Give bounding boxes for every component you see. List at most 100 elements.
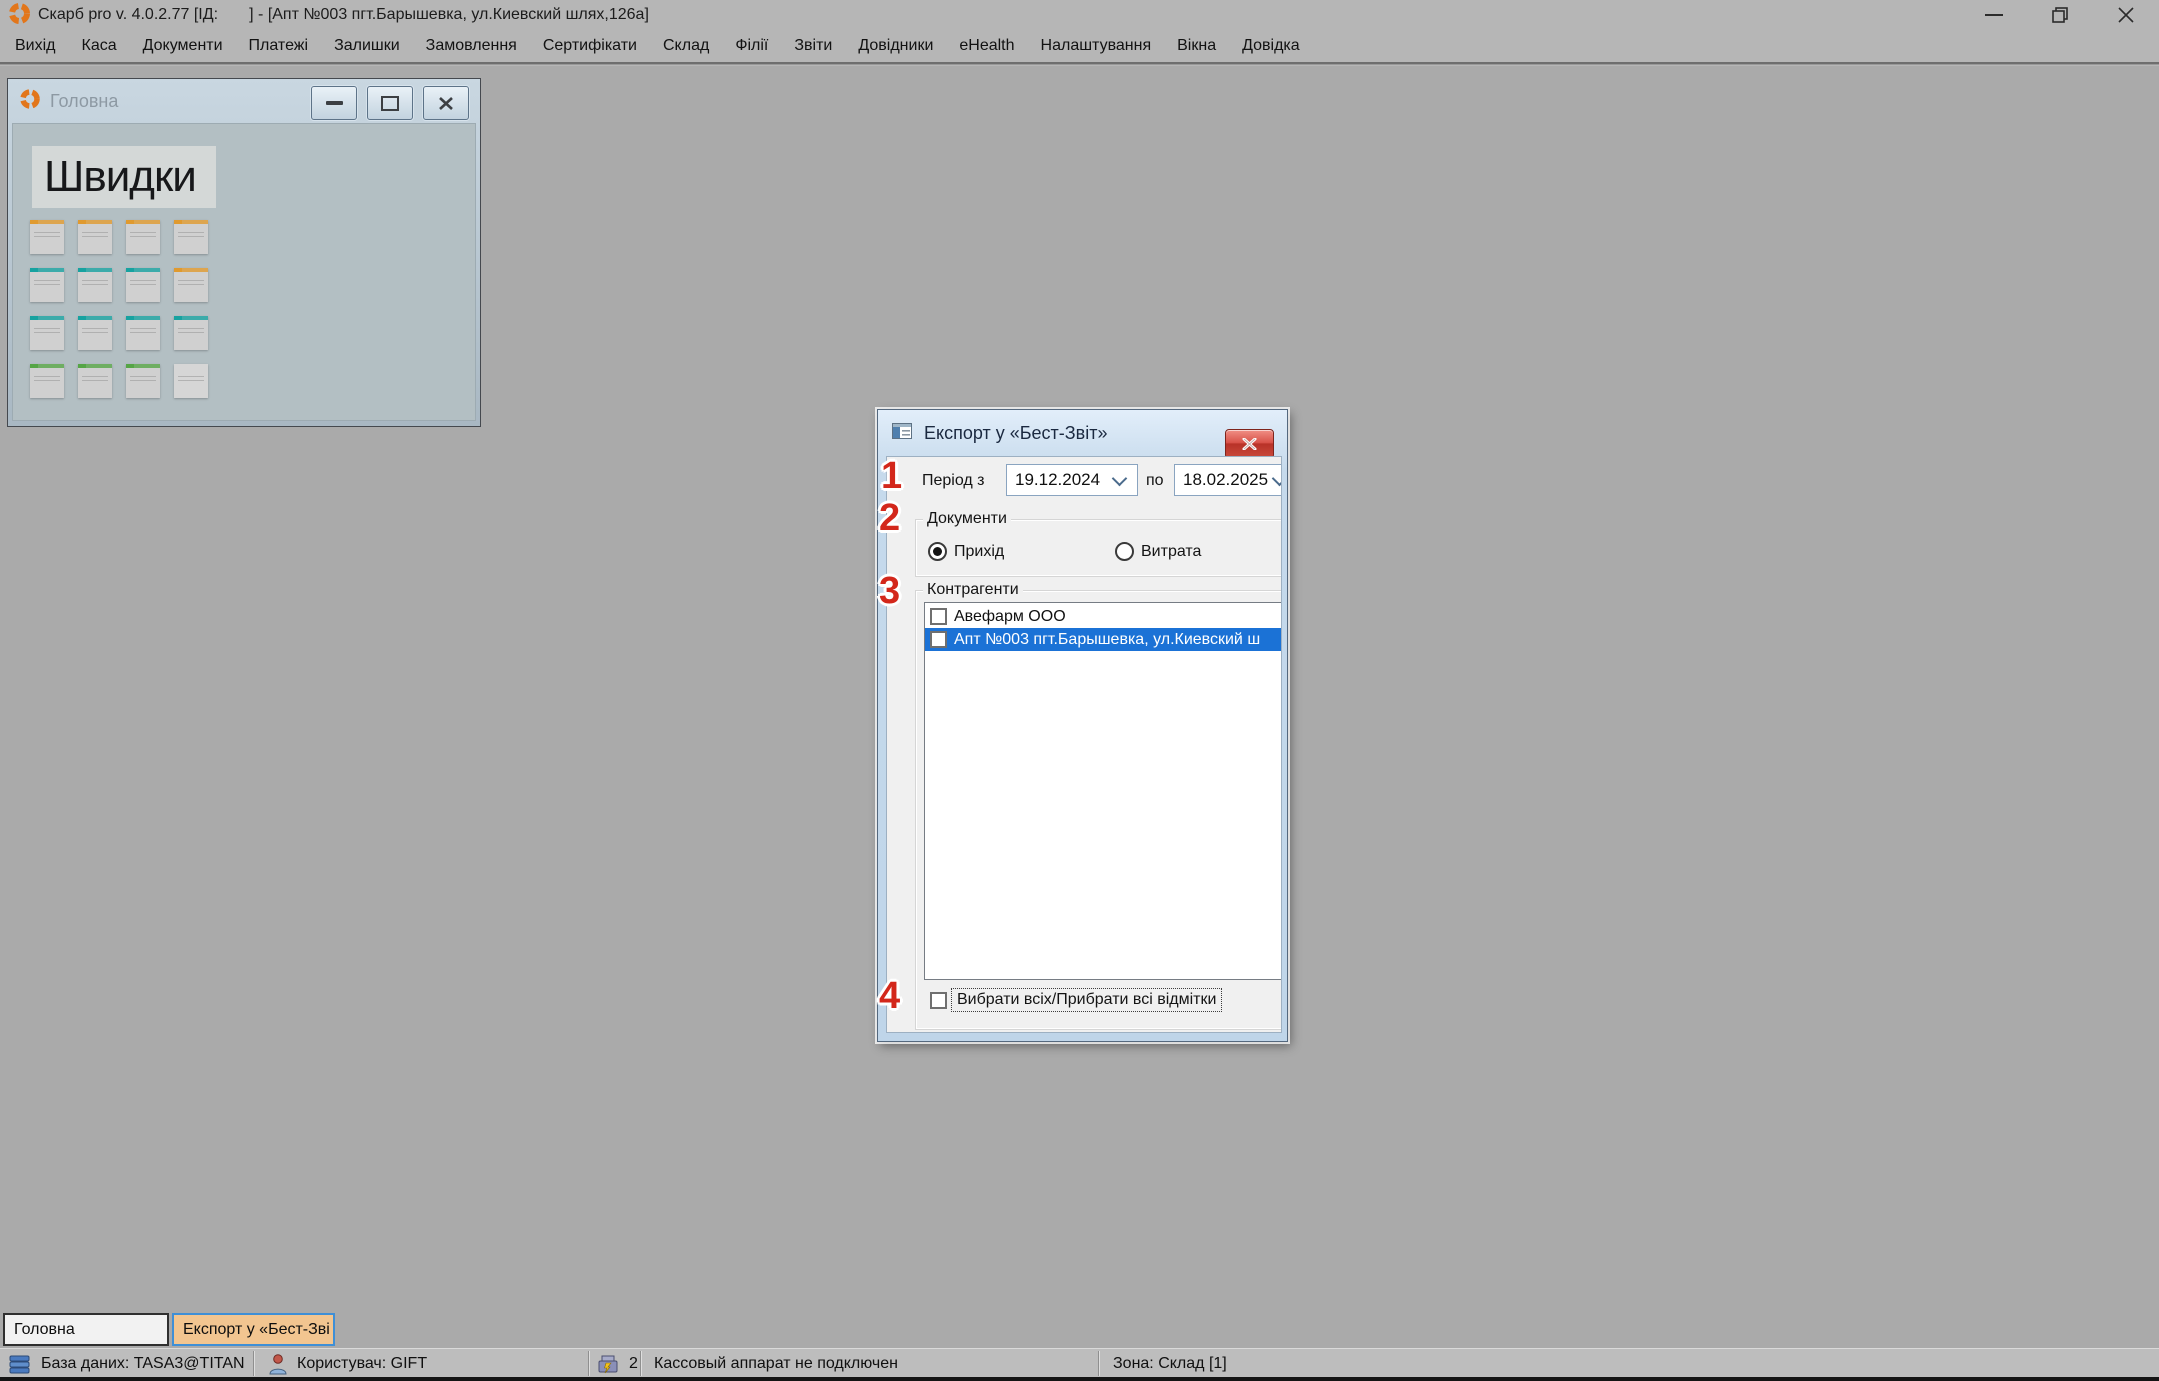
mdi-window-title: Головна xyxy=(50,91,118,112)
select-all-row[interactable]: Вибрати всіх/Прибрати всі відмітки xyxy=(930,988,1222,1012)
taskbar-tab-golovna[interactable]: Головна xyxy=(3,1313,169,1346)
status-zone-text: Зона: Склад [1] xyxy=(1113,1355,1227,1373)
menu-item-2[interactable]: Каса xyxy=(69,37,130,55)
radio-button-checked[interactable] xyxy=(928,542,947,561)
period-to-combobox[interactable]: 18.02.2025 xyxy=(1174,464,1282,496)
database-icon xyxy=(8,1353,32,1375)
radio-label: Прихід xyxy=(954,543,1004,561)
export-dialog-titlebar[interactable]: Експорт у «Бест-Звіт» xyxy=(878,410,1287,456)
shortcut-tile[interactable] xyxy=(126,316,160,350)
period-from-value: 19.12.2024 xyxy=(1007,470,1110,490)
status-user: Користувач: GIFT xyxy=(268,1349,427,1378)
radio-option-prihid[interactable]: Прихід xyxy=(928,542,1004,561)
mdi-window-controls xyxy=(311,86,469,120)
taskbar-tab-export[interactable]: Експорт у «Бест-Зві ... xyxy=(172,1313,335,1346)
tile-color-bar xyxy=(78,220,112,224)
shortcut-tile[interactable] xyxy=(78,364,112,398)
menu-item-7[interactable]: Сертифікати xyxy=(530,37,650,55)
documents-groupbox: Документи Прихід Витрата xyxy=(915,519,1282,577)
menu-item-14[interactable]: Вікна xyxy=(1164,37,1229,55)
shortcut-tile[interactable] xyxy=(30,220,64,254)
dialog-close-button[interactable] xyxy=(1225,429,1274,459)
status-bar: База даних: TASA3@TITAN Користувач: GIFT… xyxy=(0,1348,2159,1378)
contractors-group-label: Контрагенти xyxy=(923,581,1023,599)
mdi-content: Швидки xyxy=(12,123,476,421)
tile-color-bar xyxy=(126,364,160,368)
shortcut-tile[interactable] xyxy=(126,268,160,302)
period-from-combobox[interactable]: 19.12.2024 xyxy=(1006,464,1138,496)
shortcut-tile[interactable] xyxy=(30,268,64,302)
shortcut-tile[interactable] xyxy=(174,316,208,350)
tile-color-bar xyxy=(78,268,112,272)
menu-item-10[interactable]: Звіти xyxy=(781,37,845,55)
status-cash-count-text: 2 xyxy=(629,1355,638,1373)
radio-option-vitrata[interactable]: Витрата xyxy=(1115,542,1201,561)
status-zone: Зона: Склад [1] xyxy=(1113,1349,1227,1378)
menu-item-15[interactable]: Довідка xyxy=(1229,37,1313,55)
status-database: База даних: TASA3@TITAN xyxy=(8,1349,245,1378)
shortcut-tile[interactable] xyxy=(174,268,208,302)
menu-item-1[interactable]: Вихід xyxy=(2,37,69,55)
shortcut-tiles xyxy=(30,220,230,410)
menu-item-12[interactable]: eHealth xyxy=(946,37,1027,55)
menu-divider xyxy=(0,62,2159,65)
menu-item-6[interactable]: Замовлення xyxy=(413,37,530,55)
contractors-listbox[interactable]: Авефарм ООО Апт №003 пгт.Барышевка, ул.К… xyxy=(924,602,1282,980)
shortcut-tile[interactable] xyxy=(78,220,112,254)
checkbox-unchecked[interactable] xyxy=(930,631,947,648)
radio-label: Витрата xyxy=(1141,543,1201,561)
mdi-restore-button[interactable] xyxy=(367,86,413,120)
dialog-icon xyxy=(892,423,912,444)
mdi-titlebar[interactable]: Головна xyxy=(8,79,480,123)
mdi-close-button[interactable] xyxy=(423,86,469,120)
select-all-checkbox[interactable] xyxy=(930,992,947,1009)
menu-item-3[interactable]: Документи xyxy=(130,37,236,55)
menu-item-8[interactable]: Склад xyxy=(650,37,722,55)
annotation-4: 4 xyxy=(879,975,900,1018)
tile-color-bar xyxy=(126,268,160,272)
tile-color-bar xyxy=(174,316,208,320)
tile-color-bar xyxy=(30,220,64,224)
list-item[interactable]: Авефарм ООО xyxy=(925,605,1281,628)
shortcut-tile[interactable] xyxy=(78,316,112,350)
tile-color-bar xyxy=(30,316,64,320)
status-separator xyxy=(1098,1351,1100,1376)
status-separator xyxy=(253,1351,255,1376)
menu-item-11[interactable]: Довідники xyxy=(845,37,946,55)
chevron-down-icon xyxy=(1112,470,1128,486)
close-button[interactable] xyxy=(2093,0,2159,30)
list-item[interactable]: Апт №003 пгт.Барышевка, ул.Киевский ш xyxy=(925,628,1281,651)
annotation-2: 2 xyxy=(879,497,900,540)
minimize-button[interactable] xyxy=(1961,0,2027,30)
period-to-label: по xyxy=(1146,472,1164,490)
menu-item-5[interactable]: Залишки xyxy=(321,37,413,55)
status-user-text: Користувач: GIFT xyxy=(297,1355,427,1373)
tile-color-bar xyxy=(30,268,64,272)
menu-bar: ВихідКасаДокументиПлатежіЗалишкиЗамовлен… xyxy=(0,30,2159,62)
period-to-value: 18.02.2025 xyxy=(1175,470,1270,490)
list-item-label: Апт №003 пгт.Барышевка, ул.Киевский ш xyxy=(954,631,1260,649)
mdi-minimize-button[interactable] xyxy=(311,86,357,120)
shortcut-tile[interactable] xyxy=(126,364,160,398)
window-chrome: Скарб pro v. 4.0.2.77 [ІД: ] - [Апт №003… xyxy=(0,0,2159,66)
tile-color-bar xyxy=(174,268,208,272)
shortcut-tile[interactable] xyxy=(126,220,160,254)
list-item-label: Авефарм ООО xyxy=(954,608,1066,626)
restore-button[interactable] xyxy=(2027,0,2093,30)
menu-item-9[interactable]: Філії xyxy=(722,37,781,55)
shortcut-tile[interactable] xyxy=(174,220,208,254)
checkbox-unchecked[interactable] xyxy=(930,608,947,625)
annotation-1: 1 xyxy=(881,455,902,498)
shortcut-tile[interactable] xyxy=(78,268,112,302)
shortcut-tile[interactable] xyxy=(30,364,64,398)
application-window: Скарб pro v. 4.0.2.77 [ІД: ] - [Апт №003… xyxy=(0,0,2159,1381)
menu-item-13[interactable]: Налаштування xyxy=(1028,37,1165,55)
tab-label: Експорт у «Бест-Зві ... xyxy=(183,1321,335,1339)
tile-color-bar xyxy=(78,316,112,320)
select-all-label: Вибрати всіх/Прибрати всі відмітки xyxy=(951,988,1222,1012)
radio-button-unchecked[interactable] xyxy=(1115,542,1134,561)
shortcut-tile[interactable] xyxy=(30,316,64,350)
tile-color-bar xyxy=(78,364,112,368)
shortcut-tile[interactable] xyxy=(174,364,208,398)
menu-item-4[interactable]: Платежі xyxy=(236,37,322,55)
